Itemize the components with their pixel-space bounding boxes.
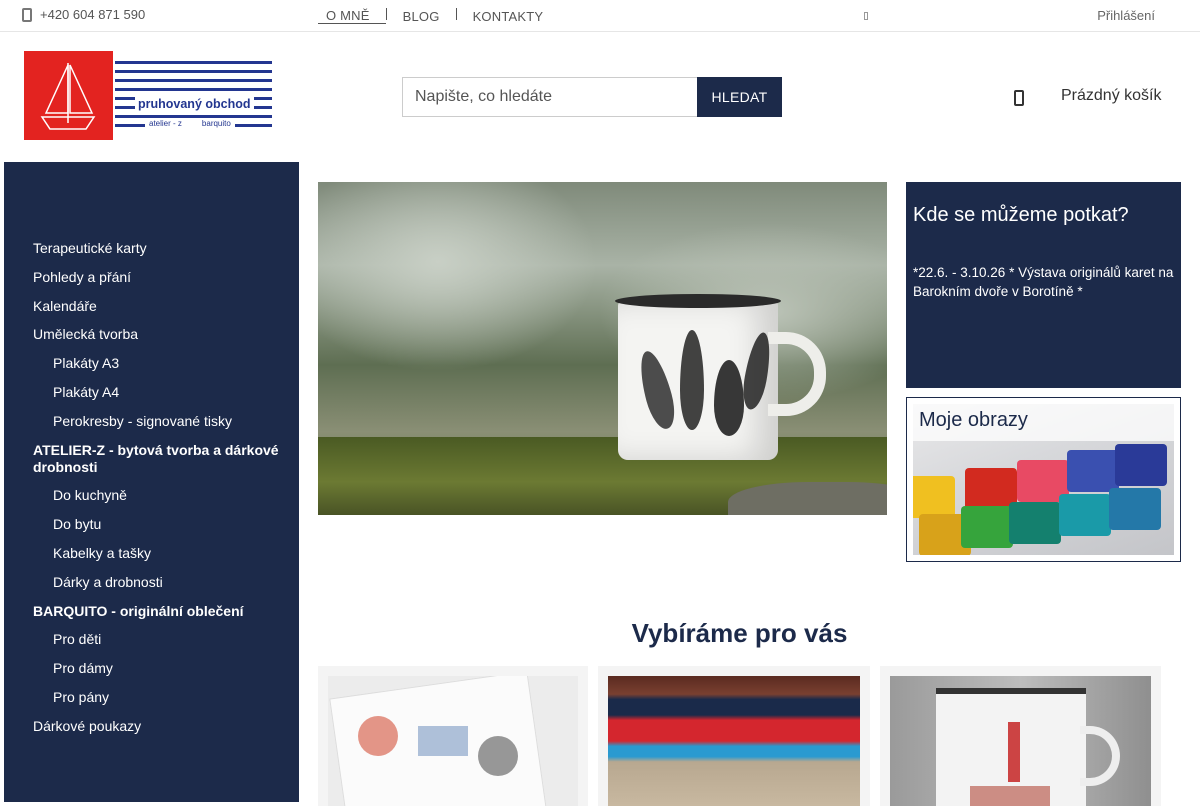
fish-mug-image xyxy=(615,290,826,474)
sidebar-item[interactable]: Do bytu xyxy=(33,516,288,533)
nav-link-about[interactable]: O MNĚ xyxy=(318,8,386,24)
sidebar-item[interactable]: Terapeutické karty xyxy=(33,240,288,257)
product-image-cards xyxy=(328,676,578,806)
events-title: Kde se můžeme potkat? xyxy=(913,204,1129,226)
sidebar-item[interactable]: Umělecká tvorba xyxy=(33,326,288,343)
paintings-title: Moje obrazy xyxy=(913,404,1174,441)
sidebar-item[interactable]: Pro děti xyxy=(33,631,288,648)
language-icon[interactable] xyxy=(864,12,868,20)
sidebar-item[interactable]: BARQUITO - originální oblečení xyxy=(33,603,288,620)
phone-icon xyxy=(22,7,32,22)
product-image-mug xyxy=(890,676,1151,806)
hero-banner[interactable] xyxy=(318,182,887,515)
nav-divider xyxy=(455,8,457,20)
nav-link-blog[interactable]: BLOG xyxy=(395,9,456,24)
nav-divider xyxy=(385,8,387,20)
sidebar-item[interactable]: ATELIER-Z - bytová tvorba a dárkové drob… xyxy=(33,442,288,476)
recommendations-title: Vybíráme pro vás xyxy=(631,618,848,648)
sidebar-item[interactable]: Dárkové poukazy xyxy=(33,718,288,735)
cart-icon xyxy=(1014,90,1024,106)
events-box: Kde se můžeme potkat? *22.6. - 3.10.26 *… xyxy=(906,182,1181,388)
phone-contact[interactable]: +420 604 871 590 xyxy=(22,7,145,22)
rock-shape xyxy=(728,482,887,515)
top-navigation: O MNĚ BLOG KONTAKTY xyxy=(318,0,559,32)
search-form: HLEDAT xyxy=(402,77,782,117)
logo-subtitle: atelier - z barquito xyxy=(145,119,235,128)
sidebar-item[interactable]: Pohledy a přání xyxy=(33,269,288,286)
sidebar-item[interactable]: Perokresby - signované tisky xyxy=(33,413,288,430)
events-text: *22.6. - 3.10.26 * Výstava originálů kar… xyxy=(913,265,1174,299)
site-logo[interactable]: pruhovaný obchod atelier - z barquito xyxy=(24,51,272,140)
sidebar-item[interactable]: Plakáty A4 xyxy=(33,384,288,401)
login-link[interactable]: Přihlášení xyxy=(1097,8,1155,23)
watercolor-palette-image: Moje obrazy xyxy=(913,404,1174,555)
sidebar-item[interactable]: Kalendáře xyxy=(33,298,288,315)
product-image-textile xyxy=(608,676,860,806)
sidebar-item[interactable]: Dárky a drobnosti xyxy=(33,574,288,591)
phone-number: +420 604 871 590 xyxy=(40,7,146,22)
cart[interactable]: Prázdný košík xyxy=(1014,86,1161,106)
sidebar-item[interactable]: Plakáty A3 xyxy=(33,355,288,372)
sailboat-logo-mark xyxy=(24,51,113,140)
sailboat-icon xyxy=(40,63,96,130)
search-input[interactable] xyxy=(402,77,697,117)
product-card[interactable] xyxy=(318,666,588,806)
search-button[interactable]: HLEDAT xyxy=(697,77,782,117)
sidebar-item[interactable]: Pro dámy xyxy=(33,660,288,677)
logo-brand-text: pruhovaný obchod xyxy=(135,97,254,111)
product-card[interactable] xyxy=(598,666,870,806)
paintings-promo[interactable]: Moje obrazy xyxy=(906,397,1181,562)
sidebar-item[interactable]: Kabelky a tašky xyxy=(33,545,288,562)
category-sidebar: Terapeutické karty Pohledy a přání Kalendá… xyxy=(4,162,299,802)
top-bar: +420 604 871 590 O MNĚ BLOG KONTAKTY Při… xyxy=(0,0,1200,32)
sidebar-item[interactable]: Do kuchyně xyxy=(33,487,288,504)
category-list: Terapeutické karty Pohledy a přání Kalendá… xyxy=(33,240,288,747)
cart-label: Prázdný košík xyxy=(1061,87,1162,104)
nav-link-contacts[interactable]: KONTAKTY xyxy=(465,9,560,24)
sidebar-item[interactable]: Pro pány xyxy=(33,689,288,706)
product-card[interactable] xyxy=(880,666,1161,806)
